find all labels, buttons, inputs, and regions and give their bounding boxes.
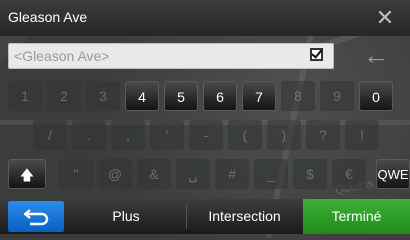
key-row2-2[interactable]: ,	[111, 120, 145, 150]
key-row1-2[interactable]: 3	[86, 81, 120, 111]
back-arrow-icon	[23, 209, 49, 226]
key-row2-6[interactable]: )	[267, 120, 301, 150]
key-row1-3[interactable]: 4	[125, 81, 159, 111]
key-row2-5[interactable]: (	[228, 120, 262, 150]
key-row2-0[interactable]: /	[33, 120, 67, 150]
key-row3-3[interactable]: ␣	[176, 159, 210, 189]
backspace-button[interactable]: ←	[348, 41, 404, 71]
key-row1-4[interactable]: 5	[164, 81, 198, 111]
shift-button[interactable]: 🡅	[8, 159, 46, 189]
key-row2-3[interactable]: '	[150, 120, 184, 150]
backspace-arrow-icon: ←	[363, 40, 389, 70]
key-row3-5[interactable]: _	[254, 159, 288, 189]
layout-qwe-button[interactable]: QWE	[376, 159, 410, 189]
shift-arrow-icon: 🡅	[19, 167, 35, 183]
key-row3-4[interactable]: #	[215, 159, 249, 189]
key-row3-6[interactable]: $	[293, 159, 327, 189]
key-row2-1[interactable]: .	[72, 120, 106, 150]
key-row2-7[interactable]: ?	[306, 120, 340, 150]
key-row3-0[interactable]: "	[59, 159, 93, 189]
title-bar: Gleason Ave ✕	[0, 0, 410, 36]
back-button[interactable]	[8, 201, 64, 232]
page-title: Gleason Ave	[8, 9, 88, 25]
checkbox-icon[interactable]	[310, 48, 323, 61]
key-row3-2[interactable]: &	[137, 159, 171, 189]
key-row1-0[interactable]: 1	[8, 81, 42, 111]
key-row1-5[interactable]: 6	[203, 81, 237, 111]
key-row1-8[interactable]: 9	[320, 81, 354, 111]
key-row1-7[interactable]: 8	[281, 81, 315, 111]
close-icon: ✕	[375, 5, 395, 30]
key-row2-8[interactable]: !	[345, 120, 379, 150]
key-row3-7[interactable]: €	[332, 159, 366, 189]
key-row1-1[interactable]: 2	[47, 81, 81, 111]
done-button[interactable]: Terminé	[303, 199, 410, 234]
search-input[interactable]: <Gleason Ave>	[8, 43, 334, 69]
key-row1-6[interactable]: 7	[242, 81, 276, 111]
key-row2-4[interactable]: -	[189, 120, 223, 150]
close-button[interactable]: ✕	[366, 4, 404, 32]
key-row1-9[interactable]: 0	[359, 81, 393, 111]
intersection-button[interactable]: Intersection	[187, 199, 302, 234]
key-row3-1[interactable]: @	[98, 159, 132, 189]
plus-button[interactable]: Plus	[66, 199, 186, 234]
search-input-value: <Gleason Ave>	[14, 48, 110, 64]
